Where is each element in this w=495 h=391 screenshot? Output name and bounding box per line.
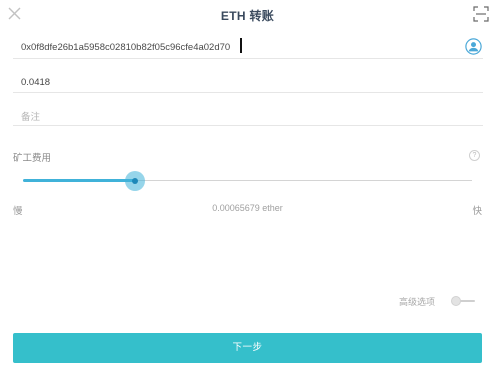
scan-icon (473, 6, 489, 22)
amount-field[interactable]: 0.0418 (13, 70, 483, 93)
amount-input[interactable]: 0.0418 (21, 77, 50, 88)
contact-button[interactable] (465, 38, 482, 55)
advanced-options-toggle[interactable] (451, 296, 477, 306)
toggle-knob (451, 296, 461, 306)
page-title: ETH 转账 (220, 9, 275, 23)
address-input[interactable]: 0x0f8dfe26b1a5958c02810b82f05c96cfe4a02d… (21, 42, 230, 53)
slider-thumb[interactable] (125, 171, 145, 191)
fee-value: 0.00065679 ether (212, 203, 283, 213)
advanced-options-label: 高级选项 (399, 297, 436, 307)
help-icon[interactable]: ? (469, 150, 480, 161)
fee-slider[interactable] (23, 171, 472, 191)
slider-thumb-dot (132, 178, 138, 184)
fast-label: 快 (472, 206, 482, 217)
memo-input[interactable]: 备注 (21, 109, 40, 123)
top-bar: ETH 转账 (0, 0, 495, 30)
text-caret (240, 38, 242, 53)
scan-button[interactable] (473, 6, 489, 22)
fee-label: 矿工费用 (13, 153, 52, 164)
slider-fill (23, 179, 135, 182)
address-field[interactable]: 0x0f8dfe26b1a5958c02810b82f05c96cfe4a02d… (13, 34, 483, 59)
memo-field[interactable]: 备注 (13, 104, 483, 126)
contact-icon (465, 38, 482, 55)
next-button[interactable]: 下一步 (13, 333, 482, 363)
